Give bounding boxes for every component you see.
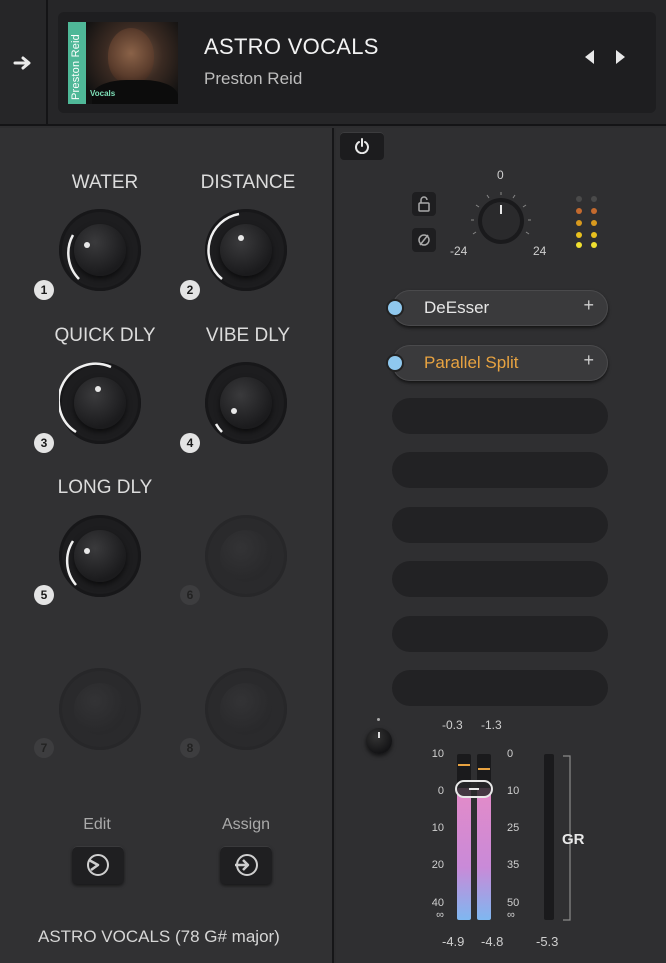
macro-panel: WATER DISTANCE 1 2 QUICK DLY VIBE DLY 3 … bbox=[0, 128, 334, 963]
macro-number-5: 5 bbox=[34, 585, 54, 605]
macro-label-3: QUICK DLY bbox=[54, 325, 156, 346]
cover-tag: Vocals bbox=[90, 89, 116, 98]
slot-name: DeEsser bbox=[424, 298, 490, 317]
macro-number-2: 2 bbox=[180, 280, 200, 300]
left-scale-label: 40 bbox=[431, 897, 444, 909]
chain-slot-parallel-split[interactable]: Parallel Split + bbox=[392, 345, 608, 381]
gr-value: -5.3 bbox=[536, 934, 559, 949]
macro-number-7: 7 bbox=[34, 738, 54, 758]
track-artist: Preston Reid bbox=[204, 69, 303, 88]
cover-artist-text: Preston Reid bbox=[70, 34, 82, 100]
macro-knob-4[interactable] bbox=[205, 362, 287, 444]
chain-slot-empty[interactable] bbox=[392, 398, 608, 434]
macro-knob-2[interactable] bbox=[205, 209, 287, 291]
macro-knob-6[interactable] bbox=[205, 515, 287, 597]
output-knob[interactable] bbox=[364, 718, 394, 760]
album-cover[interactable]: Preston Reid Vocals bbox=[68, 22, 178, 104]
output-fader-handle[interactable] bbox=[455, 780, 493, 798]
chain-slot-deesser[interactable]: DeEsser + bbox=[392, 290, 608, 326]
macro-knob-8[interactable] bbox=[205, 668, 287, 750]
left-scale-label: 10 bbox=[431, 822, 444, 834]
left-inf-label: ∞ bbox=[436, 909, 444, 921]
chain-slot-empty[interactable] bbox=[392, 616, 608, 652]
cover-portrait bbox=[108, 28, 154, 84]
edit-knob-icon bbox=[87, 854, 109, 876]
chain-panel: 0 -24 24 DeEsser + Parallel Split + -0.3… bbox=[336, 128, 666, 963]
slot-name: Parallel Split bbox=[424, 353, 519, 372]
macro-label-4: VIBE DLY bbox=[205, 325, 291, 346]
right-scale-label: 10 bbox=[507, 785, 520, 797]
top-bar: Preston Reid Vocals ASTRO VOCALS Preston… bbox=[0, 0, 666, 126]
cover-strip: Preston Reid bbox=[68, 22, 86, 104]
edit-button[interactable] bbox=[72, 846, 124, 884]
chain-slot-empty[interactable] bbox=[392, 670, 608, 706]
macro-knob-7[interactable] bbox=[59, 668, 141, 750]
macro-number-3: 3 bbox=[34, 433, 54, 453]
macro-label-2: DISTANCE bbox=[200, 172, 296, 193]
slot-enable-dot[interactable] bbox=[388, 301, 402, 315]
phase-invert-icon[interactable] bbox=[412, 228, 436, 252]
power-button[interactable] bbox=[340, 132, 384, 160]
slot-add-button[interactable]: + bbox=[583, 350, 594, 371]
gr-label: GR bbox=[562, 831, 585, 848]
peak-in-value: -0.3 bbox=[442, 718, 463, 732]
left-scale-label: 10 bbox=[431, 748, 444, 760]
level-in-value: -4.9 bbox=[442, 934, 465, 949]
gain-knob[interactable] bbox=[470, 190, 532, 252]
macro-label-1: WATER bbox=[71, 172, 139, 193]
assign-label: Assign bbox=[221, 816, 271, 833]
gain-min-label: -24 bbox=[450, 244, 468, 258]
chain-slot-empty[interactable] bbox=[392, 452, 608, 488]
macro-number-8: 8 bbox=[180, 738, 200, 758]
assign-button[interactable] bbox=[220, 846, 272, 884]
macro-number-6: 6 bbox=[180, 585, 200, 605]
macro-knob-1[interactable] bbox=[59, 209, 141, 291]
gain-center-label: 0 bbox=[497, 168, 504, 182]
slot-enable-dot[interactable] bbox=[388, 356, 402, 370]
edit-label: Edit bbox=[83, 816, 111, 833]
gain-max-label: 24 bbox=[533, 244, 547, 258]
right-scale-label: 0 bbox=[507, 748, 514, 760]
macro-label-5: LONG DLY bbox=[57, 477, 153, 498]
chain-slot-empty[interactable] bbox=[392, 561, 608, 597]
right-scale-label: 25 bbox=[507, 822, 520, 834]
track-info-panel: Preston Reid Vocals ASTRO VOCALS Preston… bbox=[58, 12, 656, 113]
lock-icon[interactable] bbox=[412, 192, 436, 216]
triangle-right-icon[interactable] bbox=[614, 48, 628, 71]
macro-number-4: 4 bbox=[180, 433, 200, 453]
slot-add-button[interactable]: + bbox=[583, 295, 594, 316]
macro-number-1: 1 bbox=[34, 280, 54, 300]
assign-arrow-icon bbox=[235, 854, 258, 876]
right-scale-label: 35 bbox=[507, 859, 520, 871]
arrow-right-icon[interactable] bbox=[0, 0, 48, 126]
power-icon bbox=[355, 138, 369, 154]
right-inf-label: ∞ bbox=[507, 909, 515, 921]
chain-slot-empty[interactable] bbox=[392, 507, 608, 543]
preset-name: ASTRO VOCALS (78 G# major) bbox=[38, 927, 280, 946]
left-scale-label: 0 bbox=[437, 785, 444, 797]
macro-knob-5[interactable] bbox=[59, 515, 141, 597]
triangle-left-icon[interactable] bbox=[582, 48, 596, 71]
level-out-value: -4.8 bbox=[481, 934, 504, 949]
macro-knob-3[interactable] bbox=[59, 362, 141, 444]
left-scale-label: 20 bbox=[431, 859, 444, 871]
peak-out-value: -1.3 bbox=[481, 718, 502, 732]
track-title: ASTRO VOCALS bbox=[204, 34, 379, 59]
right-scale-label: 50 bbox=[507, 897, 520, 909]
